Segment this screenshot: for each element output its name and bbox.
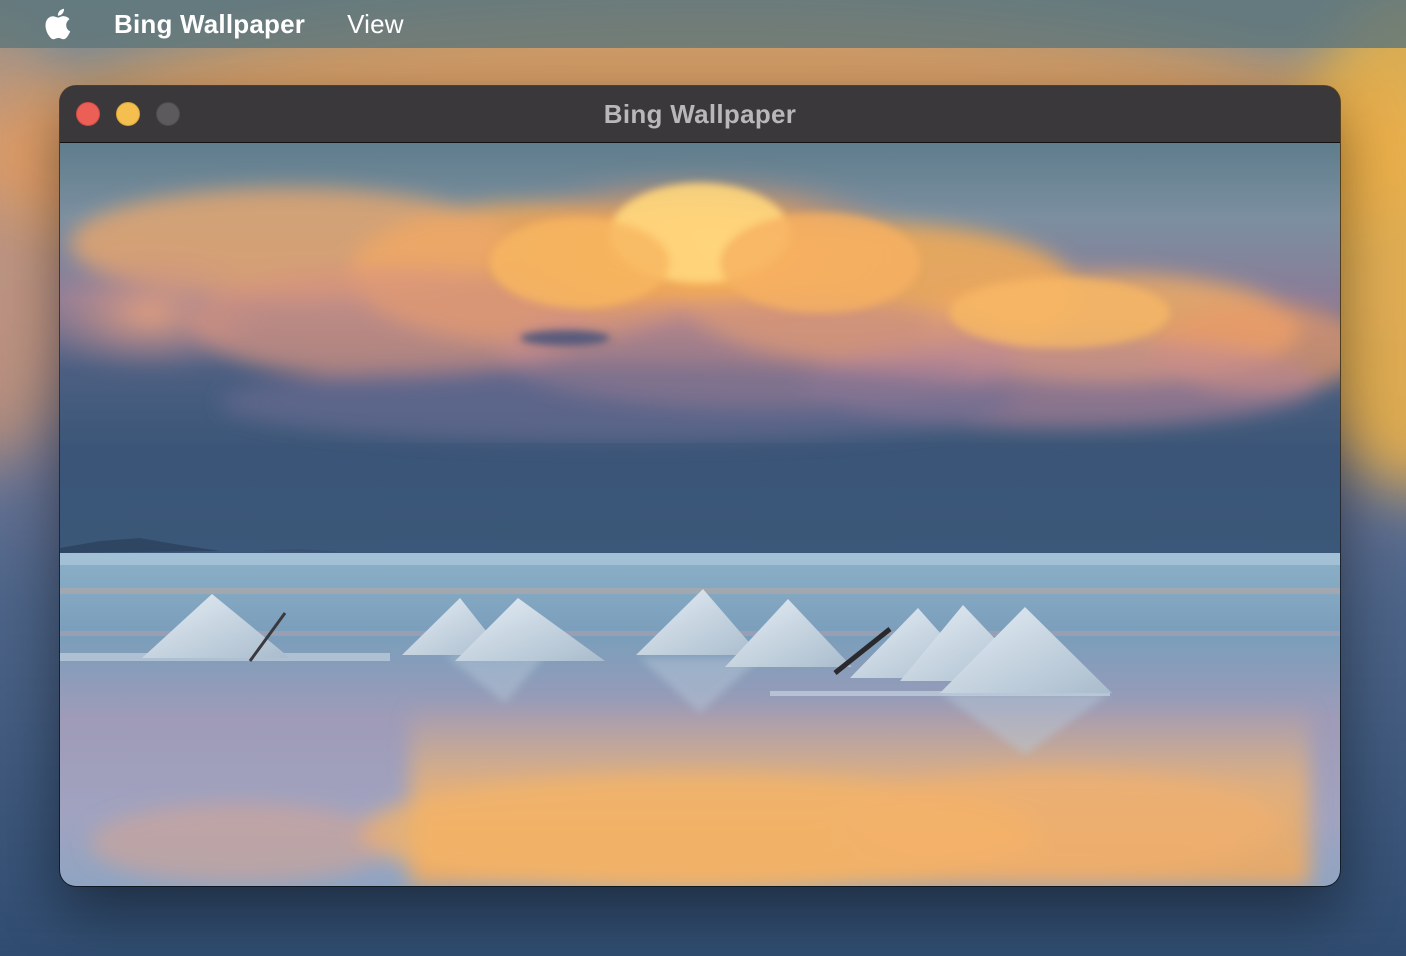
close-button[interactable] (76, 102, 100, 126)
menu-item-view[interactable]: View (347, 9, 404, 40)
minimize-button[interactable] (116, 102, 140, 126)
title-bar[interactable]: Bing Wallpaper (60, 86, 1340, 143)
wallpaper-image (60, 143, 1340, 886)
app-window: Bing Wallpaper (60, 86, 1340, 886)
menu-app-name[interactable]: Bing Wallpaper (114, 9, 305, 40)
apple-logo-icon[interactable] (40, 7, 74, 41)
window-title: Bing Wallpaper (603, 98, 797, 129)
zoom-button (156, 102, 180, 126)
menu-bar: Bing Wallpaper View (0, 0, 1406, 48)
